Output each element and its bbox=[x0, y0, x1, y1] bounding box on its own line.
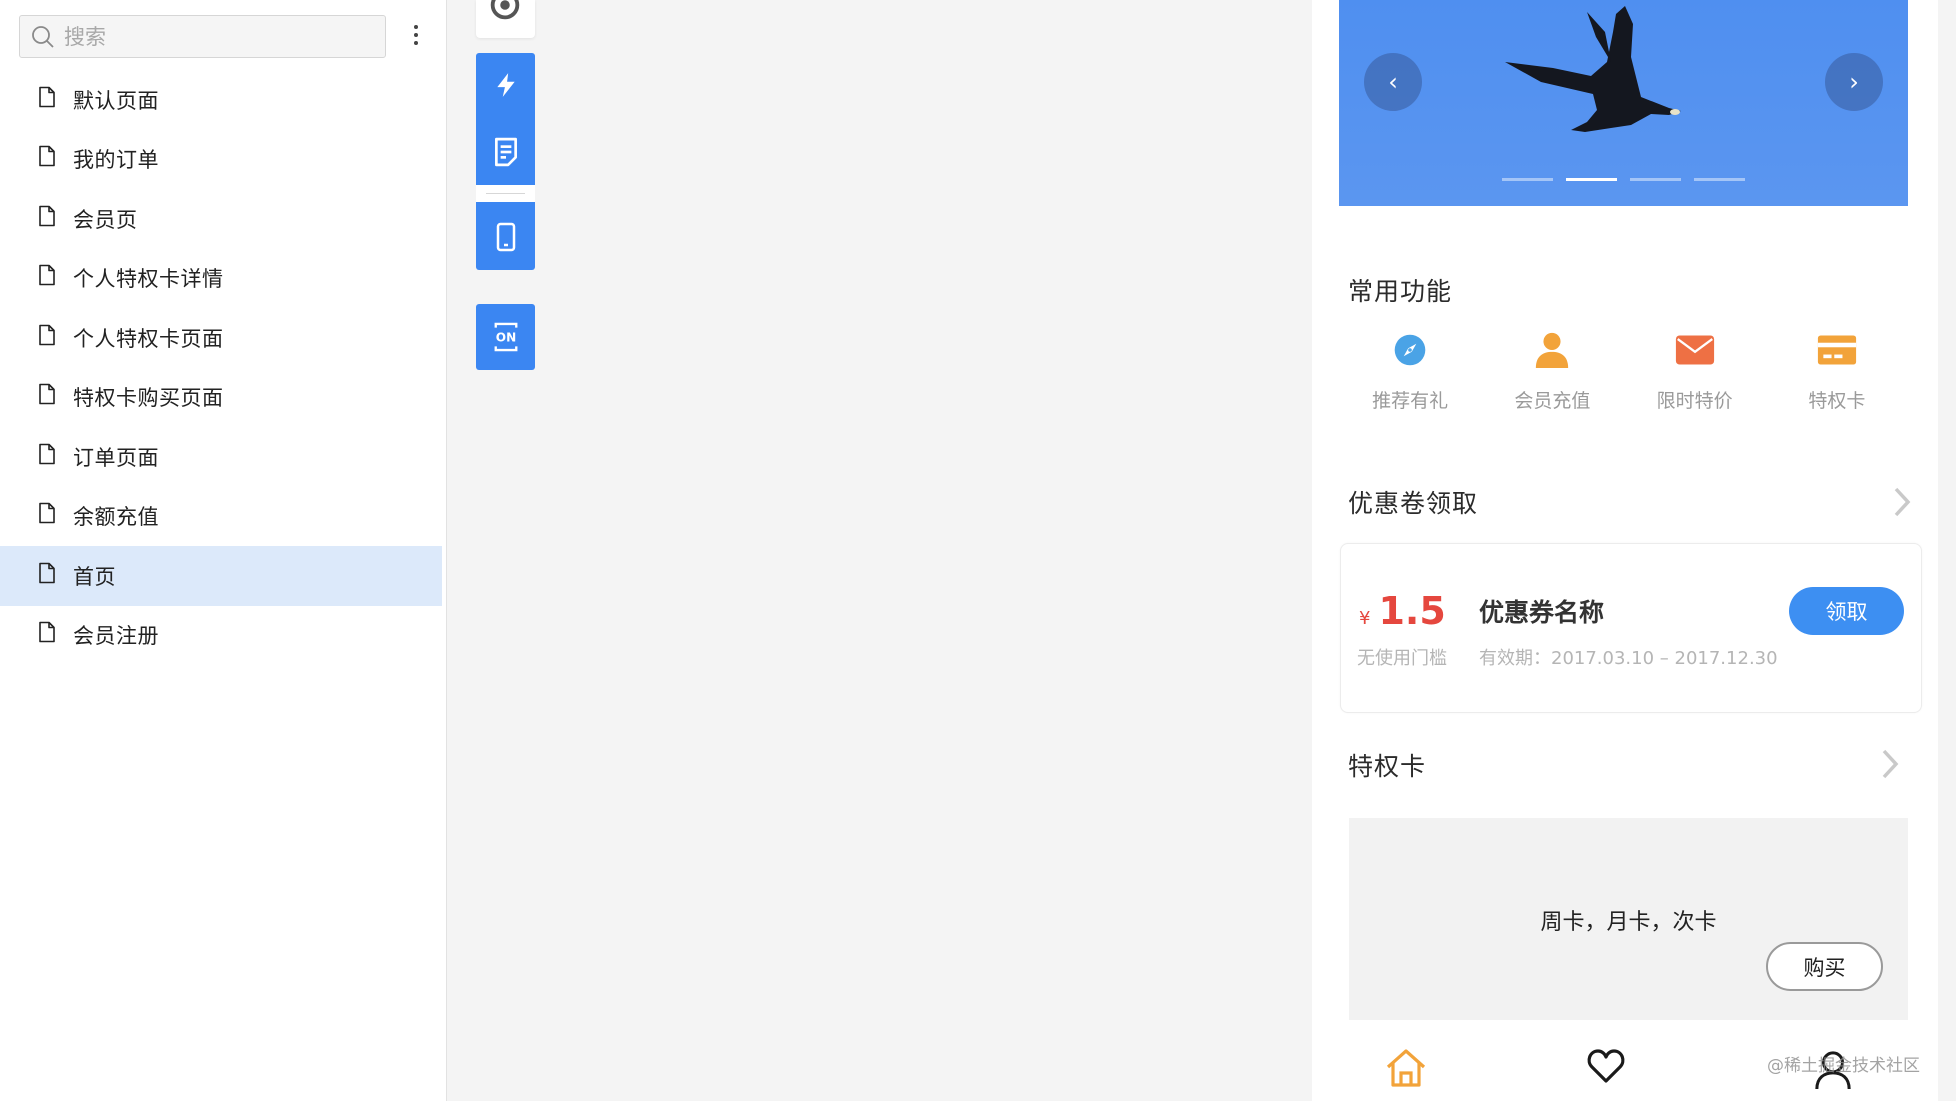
search-box[interactable] bbox=[19, 15, 386, 58]
coupon-section-title: 优惠卷领取 bbox=[1348, 489, 1479, 518]
page-item-label: 订单页面 bbox=[73, 445, 159, 470]
func-recharge[interactable]: 会员充值 bbox=[1481, 330, 1623, 413]
home-icon[interactable] bbox=[1384, 1046, 1428, 1090]
page-item-label: 会员注册 bbox=[73, 624, 159, 649]
func-label: 特权卡 bbox=[1808, 390, 1866, 412]
banner-dot[interactable] bbox=[1630, 178, 1681, 181]
document-icon bbox=[39, 86, 55, 108]
watermark: @稀土掘金技术社区 bbox=[1767, 1056, 1920, 1076]
page-item-label: 余额充值 bbox=[73, 505, 159, 530]
coupon-validity: 有效期：2017.03.10 – 2017.12.30 bbox=[1479, 648, 1778, 669]
banner-dots bbox=[1502, 178, 1745, 181]
document-icon bbox=[39, 502, 55, 524]
func-label: 推荐有礼 bbox=[1372, 390, 1449, 412]
page-item[interactable]: 首页 bbox=[0, 546, 442, 606]
page-icon bbox=[494, 137, 517, 167]
document-icon bbox=[39, 562, 55, 584]
coupon-card: ¥1.5 无使用门槛 优惠券名称 有效期：2017.03.10 – 2017.1… bbox=[1340, 543, 1922, 713]
banner-prev-button[interactable]: ‹ bbox=[1364, 53, 1422, 111]
page-item[interactable]: 特权卡购买页面 bbox=[0, 368, 442, 428]
page-item[interactable]: 会员注册 bbox=[0, 606, 442, 666]
coupon-amount: 1.5 bbox=[1378, 589, 1446, 633]
page-item[interactable]: 个人特权卡页面 bbox=[0, 308, 442, 368]
func-label: 会员充值 bbox=[1514, 390, 1591, 412]
document-icon bbox=[39, 264, 55, 286]
target-icon bbox=[490, 0, 520, 20]
kebab-vertical-icon[interactable] bbox=[402, 22, 430, 52]
func-privilege-card[interactable]: 特权卡 bbox=[1766, 330, 1908, 413]
document-icon bbox=[39, 443, 55, 465]
mobile-button[interactable] bbox=[476, 207, 535, 267]
document-icon bbox=[39, 205, 55, 227]
toolbar-group bbox=[476, 53, 535, 270]
search-input[interactable] bbox=[64, 22, 364, 52]
func-recommend[interactable]: 推荐有礼 bbox=[1339, 330, 1481, 413]
page-item-label: 我的订单 bbox=[73, 148, 159, 173]
preview-scroll-edge bbox=[1938, 0, 1956, 1101]
common-functions-grid: 推荐有礼 会员充值 限时特价 特权卡 bbox=[1339, 330, 1908, 413]
page-item-label: 首页 bbox=[73, 564, 116, 589]
page-item-label: 特权卡购买页面 bbox=[73, 386, 224, 411]
lightning-button[interactable] bbox=[476, 55, 535, 115]
lightning-icon bbox=[496, 73, 515, 97]
target-button[interactable] bbox=[476, 0, 535, 38]
coupon-name: 优惠券名称 bbox=[1479, 598, 1605, 627]
banner-dot[interactable] bbox=[1502, 178, 1553, 181]
heart-icon[interactable] bbox=[1586, 1046, 1626, 1086]
card-icon bbox=[1817, 335, 1856, 365]
privilege-card-section-title: 特权卡 bbox=[1348, 752, 1427, 781]
search-row bbox=[19, 15, 386, 58]
page-item[interactable]: 默认页面 bbox=[0, 70, 442, 130]
banner-dot-active[interactable] bbox=[1566, 178, 1617, 181]
page-item[interactable]: 余额充值 bbox=[0, 487, 442, 547]
compass-icon bbox=[1394, 334, 1426, 366]
mail-icon bbox=[1675, 335, 1714, 365]
page-item-label: 会员页 bbox=[73, 207, 138, 232]
privilege-card-types: 周卡，月卡，次卡 bbox=[1540, 910, 1717, 935]
page-item-label: 个人特权卡详情 bbox=[73, 267, 224, 292]
eagle-image bbox=[1505, 6, 1681, 132]
user-icon bbox=[1536, 332, 1569, 369]
toolbar-divider bbox=[476, 185, 535, 202]
page-item[interactable]: 会员页 bbox=[0, 189, 442, 249]
page-item[interactable]: 我的订单 bbox=[0, 130, 442, 190]
document-icon bbox=[39, 324, 55, 346]
page-list: 默认页面我的订单会员页个人特权卡详情 个人特权卡页面 特权卡购买页面 订单页面余额充值… bbox=[0, 70, 442, 665]
on-toggle-icon: ON bbox=[494, 322, 517, 352]
buy-button[interactable]: 购买 bbox=[1766, 942, 1883, 991]
claim-coupon-button[interactable]: 领取 bbox=[1789, 587, 1904, 635]
document-icon bbox=[39, 383, 55, 405]
page-sidebar: 默认页面我的订单会员页个人特权卡详情个人特权卡页面特权卡购买页面订单页面余额充值… bbox=[0, 0, 447, 1101]
page-item-label: 个人特权卡页面 bbox=[73, 326, 224, 351]
coupon-price: ¥1.5 bbox=[1359, 589, 1446, 633]
page-item[interactable]: 订单页面 bbox=[0, 427, 442, 487]
func-label: 限时特价 bbox=[1656, 390, 1733, 412]
chevron-right-icon[interactable] bbox=[1880, 748, 1900, 780]
func-flash-sale[interactable]: 限时特价 bbox=[1624, 330, 1766, 413]
privilege-card-box: 周卡，月卡，次卡 购买 bbox=[1349, 818, 1908, 1020]
banner-dot[interactable] bbox=[1694, 178, 1745, 181]
chevron-right-icon: › bbox=[1849, 68, 1859, 96]
on-toggle-button[interactable]: ON bbox=[476, 304, 535, 370]
document-icon bbox=[39, 145, 55, 167]
coupon-currency: ¥ bbox=[1359, 608, 1371, 629]
chevron-left-icon: ‹ bbox=[1388, 68, 1398, 96]
page-item-label: 默认页面 bbox=[73, 88, 159, 113]
banner-carousel[interactable]: ‹ › bbox=[1339, 0, 1908, 206]
page-button[interactable] bbox=[476, 122, 535, 182]
search-icon bbox=[32, 26, 54, 48]
page-item[interactable]: 个人特权卡详情 bbox=[0, 249, 442, 309]
svg-text:ON: ON bbox=[495, 331, 515, 345]
mobile-icon bbox=[496, 222, 515, 252]
chevron-right-icon[interactable] bbox=[1892, 486, 1912, 518]
document-icon bbox=[39, 621, 55, 643]
mobile-preview: ‹ › 常用功能 推荐有礼 会员充值 限时特价 特权卡 优惠卷领取 ¥ 1.5 … bbox=[1312, 0, 1938, 1101]
common-functions-title: 常用功能 bbox=[1348, 277, 1453, 306]
banner-next-button[interactable]: › bbox=[1825, 53, 1883, 111]
coupon-threshold: 无使用门槛 bbox=[1357, 648, 1447, 669]
